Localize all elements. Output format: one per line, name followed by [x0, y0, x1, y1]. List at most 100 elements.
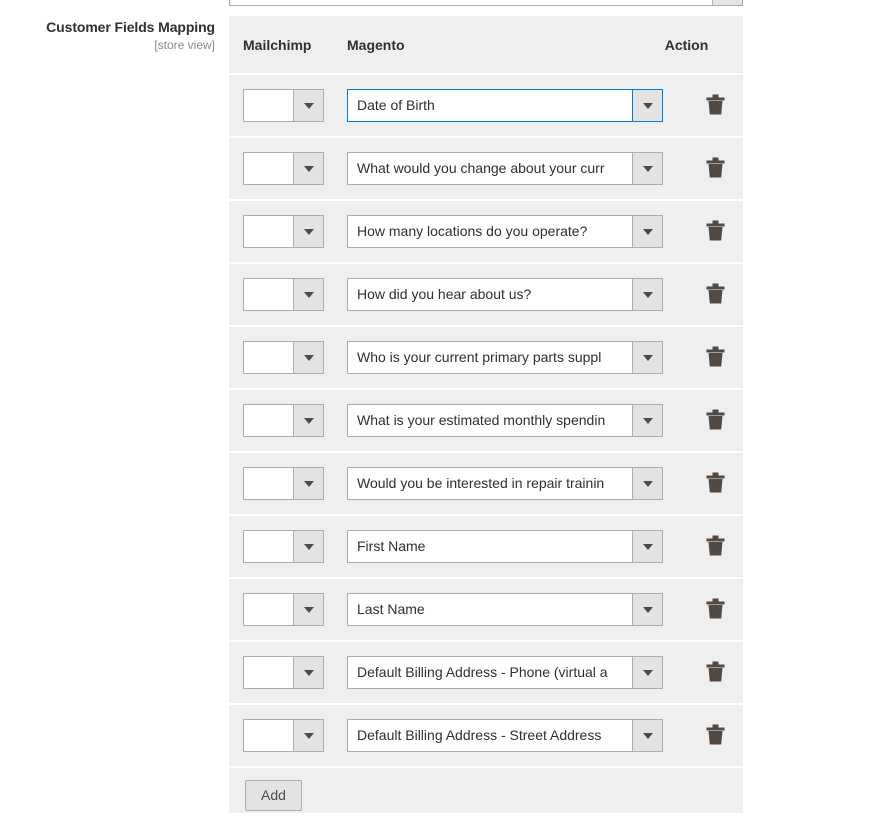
chevron-down-icon[interactable]: [293, 593, 324, 626]
cell-magento: First Name: [347, 530, 663, 563]
cell-mailchimp: [243, 656, 347, 689]
column-header-magento: Magento: [347, 36, 405, 53]
chevron-down-icon[interactable]: [632, 89, 663, 122]
magento-field-select[interactable]: Date of Birth: [347, 89, 663, 122]
column-header-action: Action: [664, 36, 709, 53]
chevron-down-icon[interactable]: [293, 467, 324, 500]
magento-field-select[interactable]: First Name: [347, 530, 663, 563]
cell-magento: How did you hear about us?: [347, 278, 663, 311]
mailchimp-field-select[interactable]: [243, 656, 324, 689]
magento-field-select[interactable]: What would you change about your curr: [347, 152, 663, 185]
mailchimp-field-value: [243, 89, 293, 122]
delete-row-button[interactable]: [703, 155, 729, 183]
cell-action: [663, 659, 772, 687]
table-header-row: Mailchimp Magento Action: [229, 16, 743, 73]
chevron-down-icon[interactable]: [293, 152, 324, 185]
delete-row-button[interactable]: [703, 281, 729, 309]
trash-icon: [706, 346, 725, 370]
table-row: Would you be interested in repair traini…: [229, 451, 743, 514]
delete-row-button[interactable]: [703, 722, 729, 750]
magento-field-value: What would you change about your curr: [347, 152, 632, 185]
chevron-down-icon[interactable]: [293, 215, 324, 248]
delete-row-button[interactable]: [703, 218, 729, 246]
customer-fields-mapping-table: Mailchimp Magento Action Date of Birth Wh…: [229, 16, 743, 813]
chevron-down-icon[interactable]: [632, 404, 663, 437]
mailchimp-field-select[interactable]: [243, 89, 324, 122]
chevron-down-icon[interactable]: [293, 719, 324, 752]
column-header-mailchimp: Mailchimp: [243, 36, 312, 53]
magento-field-value: Default Billing Address - Street Address: [347, 719, 632, 752]
table-row: Default Billing Address - Street Address: [229, 703, 743, 766]
chevron-down-icon[interactable]: [293, 530, 324, 563]
cell-magento: What would you change about your curr: [347, 152, 663, 185]
table-row: What would you change about your curr: [229, 136, 743, 199]
chevron-down-icon[interactable]: [293, 278, 324, 311]
mailchimp-field-value: [243, 656, 293, 689]
magento-field-select[interactable]: Who is your current primary parts suppl: [347, 341, 663, 374]
mailchimp-field-select[interactable]: [243, 404, 324, 437]
trash-icon: [706, 94, 725, 118]
delete-row-button[interactable]: [703, 470, 729, 498]
mailchimp-field-value: [243, 467, 293, 500]
magento-field-select[interactable]: Would you be interested in repair traini…: [347, 467, 663, 500]
cell-action: [663, 470, 772, 498]
cell-mailchimp: [243, 719, 347, 752]
magento-field-value: First Name: [347, 530, 632, 563]
mailchimp-field-select[interactable]: [243, 278, 324, 311]
delete-row-button[interactable]: [703, 533, 729, 561]
delete-row-button[interactable]: [703, 596, 729, 624]
chevron-down-icon[interactable]: [632, 341, 663, 374]
mailchimp-field-select[interactable]: [243, 152, 324, 185]
cell-magento: What is your estimated monthly spendin: [347, 404, 663, 437]
chevron-down-icon[interactable]: [632, 152, 663, 185]
chevron-down-icon[interactable]: [293, 341, 324, 374]
magento-field-value: How many locations do you operate?: [347, 215, 632, 248]
cell-magento: Who is your current primary parts suppl: [347, 341, 663, 374]
chevron-down-icon[interactable]: [632, 656, 663, 689]
magento-field-select[interactable]: How many locations do you operate?: [347, 215, 663, 248]
delete-row-button[interactable]: [703, 92, 729, 120]
table-row: Default Billing Address - Phone (virtual…: [229, 640, 743, 703]
delete-row-button[interactable]: [703, 659, 729, 687]
customer-fields-mapping-field: Customer Fields Mapping [store view] Mai…: [0, 0, 872, 816]
delete-row-button[interactable]: [703, 407, 729, 435]
cell-mailchimp: [243, 152, 347, 185]
magento-field-select[interactable]: Last Name: [347, 593, 663, 626]
chevron-down-icon[interactable]: [632, 215, 663, 248]
table-row: First Name: [229, 514, 743, 577]
mailchimp-field-select[interactable]: [243, 467, 324, 500]
mailchimp-field-value: [243, 215, 293, 248]
mailchimp-field-select[interactable]: [243, 530, 324, 563]
cell-mailchimp: [243, 404, 347, 437]
magento-field-value: Last Name: [347, 593, 632, 626]
table-row: Date of Birth: [229, 73, 743, 136]
table-row: Who is your current primary parts suppl: [229, 325, 743, 388]
chevron-down-icon[interactable]: [632, 278, 663, 311]
mailchimp-field-select[interactable]: [243, 341, 324, 374]
mailchimp-field-select[interactable]: [243, 719, 324, 752]
mailchimp-field-value: [243, 341, 293, 374]
add-button[interactable]: Add: [245, 780, 302, 811]
chevron-down-icon[interactable]: [293, 656, 324, 689]
chevron-down-icon[interactable]: [632, 530, 663, 563]
chevron-down-icon[interactable]: [293, 89, 324, 122]
cell-mailchimp: [243, 467, 347, 500]
mailchimp-field-select[interactable]: [243, 215, 324, 248]
trash-icon: [706, 472, 725, 496]
cell-mailchimp: [243, 593, 347, 626]
delete-row-button[interactable]: [703, 344, 729, 372]
magento-field-select[interactable]: Default Billing Address - Street Address: [347, 719, 663, 752]
chevron-down-icon[interactable]: [632, 467, 663, 500]
magento-field-select[interactable]: How did you hear about us?: [347, 278, 663, 311]
chevron-down-icon[interactable]: [293, 404, 324, 437]
cell-mailchimp: [243, 89, 347, 122]
trash-icon: [706, 598, 725, 622]
mailchimp-field-select[interactable]: [243, 593, 324, 626]
chevron-down-icon[interactable]: [632, 719, 663, 752]
magento-field-select[interactable]: What is your estimated monthly spendin: [347, 404, 663, 437]
chevron-down-icon[interactable]: [632, 593, 663, 626]
field-label-column: Customer Fields Mapping [store view]: [0, 18, 215, 53]
cell-magento: Would you be interested in repair traini…: [347, 467, 663, 500]
magento-field-select[interactable]: Default Billing Address - Phone (virtual…: [347, 656, 663, 689]
trash-icon: [706, 535, 725, 559]
